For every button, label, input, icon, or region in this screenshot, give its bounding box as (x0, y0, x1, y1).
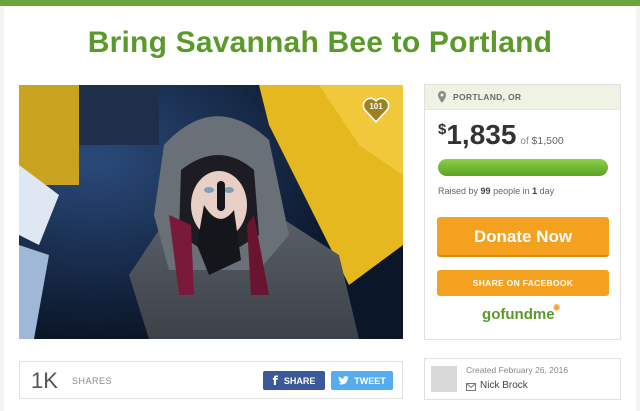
donation-card: PORTLAND, OR $ 1,835 of $1,500 Raised by… (424, 84, 621, 340)
organizer-name[interactable]: Nick Brock (480, 380, 528, 391)
people-count: 99 (480, 186, 491, 196)
facebook-icon: f (272, 373, 278, 388)
days-suffix: day (539, 186, 555, 196)
heart-badge[interactable]: 101 (361, 95, 391, 125)
gofundme-logo[interactable]: gofundme✺ (425, 303, 620, 323)
progress-fill (438, 159, 608, 176)
share-on-facebook-button[interactable]: SHARE ON FACEBOOK (437, 270, 609, 296)
progress-bar (438, 159, 608, 176)
goal-text: of $1,500 (520, 135, 563, 147)
share-count: 1K (31, 368, 58, 393)
avatar[interactable] (431, 366, 457, 392)
logo-text: gofundme (482, 306, 555, 323)
amount-raised: 1,835 (446, 119, 517, 150)
tweet-button-label: TWEET (354, 375, 386, 386)
campaign-photo-image (19, 85, 403, 339)
share-box: 1K SHARES f SHARE TWEET (19, 361, 403, 399)
campaign-photo[interactable]: 101 (19, 85, 403, 339)
facebook-share-button[interactable]: f SHARE (263, 371, 325, 390)
location-pin-icon (438, 91, 446, 103)
currency-symbol: $ (438, 121, 447, 138)
tweet-button[interactable]: TWEET (331, 371, 393, 390)
raised-by-text: Raised by 99 people in 1 day (438, 186, 554, 196)
organizer-box: Created February 26, 2016 Nick Brock (424, 358, 621, 400)
amount-row: $ 1,835 of $1,500 (438, 119, 564, 151)
days-count: 1 (532, 186, 538, 196)
sun-icon: ✺ (552, 303, 561, 314)
twitter-bird-icon (338, 376, 350, 385)
goal-amount: $1,500 (531, 135, 564, 147)
location-text: PORTLAND, OR (453, 92, 522, 102)
page-title: Bring Savannah Bee to Portland (87, 26, 553, 59)
goal-prefix: of (520, 136, 529, 147)
heart-count: 101 (369, 102, 383, 111)
donate-button[interactable]: Donate Now (437, 217, 609, 257)
location-bar: PORTLAND, OR (425, 85, 620, 110)
share-button-label: SHARE (283, 375, 316, 386)
raised-prefix: Raised by (438, 186, 479, 196)
share-label: SHARES (72, 376, 113, 386)
people-suffix: people in (493, 186, 530, 196)
mail-icon[interactable] (466, 383, 476, 391)
created-date: Created February 26, 2016 (466, 365, 569, 375)
